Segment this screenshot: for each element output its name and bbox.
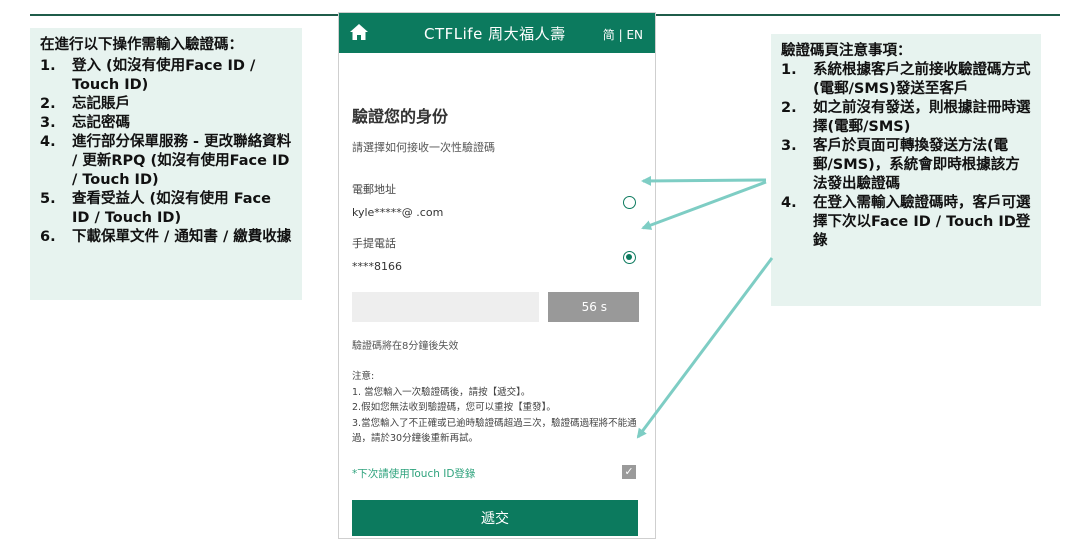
verification-code-input[interactable] — [352, 292, 539, 322]
touch-id-option[interactable]: *下次請使用Touch ID登錄 ✓ — [352, 463, 642, 483]
item-number: 2. — [781, 100, 797, 116]
home-icon[interactable] — [349, 23, 369, 41]
code-entry-row: 56 s — [352, 292, 642, 322]
item-text: 如之前沒有發送，則根據註冊時選擇(電郵/SMS) — [813, 100, 1031, 135]
item-text: 忘記賬戶 — [72, 96, 130, 112]
touch-id-checkbox[interactable]: ✓ — [622, 464, 636, 479]
list-item: 5. 查看受益人 (如沒有使用 Face ID / Touch ID) — [40, 190, 292, 228]
item-number: 6. — [40, 229, 56, 245]
expiry-notice: 驗證碼將在8分鐘後失效 — [352, 341, 459, 352]
item-number: 2. — [40, 96, 56, 112]
item-number: 3. — [781, 138, 797, 154]
item-number: 4. — [781, 195, 797, 211]
item-number: 1. — [781, 62, 797, 78]
email-label: 電郵地址 — [352, 183, 396, 196]
phone-value: ****8166 — [352, 260, 402, 273]
item-text: 系統根據客戶之前接收驗證碼方式(電郵/SMS)發送至客戶 — [813, 62, 1031, 97]
item-number: 1. — [40, 58, 56, 74]
arrow-to-phone-radio — [641, 180, 767, 230]
submit-button[interactable]: 遞交 — [352, 499, 638, 536]
page-title: 驗證您的身份 — [352, 107, 449, 126]
language-toggle[interactable]: 简 | EN — [603, 26, 643, 43]
notes-line: 3.當您輸入了不正確或已逾時驗證碼超過三次，驗證碼過程將不能通過，請於30分鐘後… — [352, 417, 637, 445]
list-item: 1. 登入 (如沒有使用Face ID / Touch ID) — [40, 57, 292, 95]
email-value: kyle*****@ .com — [352, 206, 444, 219]
page-subtitle: 請選擇如何接收一次性驗證碼 — [352, 141, 495, 154]
item-text: 在登入需輸入驗證碼時，客戶可選擇下次以Face ID / Touch ID登錄 — [813, 195, 1031, 249]
list-item: 4. 在登入需輸入驗證碼時，客戶可選擇下次以Face ID / Touch ID登… — [781, 194, 1031, 251]
item-text: 登入 (如沒有使用Face ID / Touch ID) — [72, 58, 256, 93]
arrow-to-email-radio — [641, 175, 767, 186]
list-item: 2. 忘記賬戶 — [40, 95, 292, 114]
list-item: 2. 如之前沒有發送，則根據註冊時選擇(電郵/SMS) — [781, 99, 1031, 137]
email-option[interactable]: 電郵地址 kyle*****@ .com — [352, 181, 642, 219]
item-text: 忘記密碼 — [72, 115, 130, 131]
right-annotation-panel: 驗證碼頁注意事項： 1. 系統根據客戶之前接收驗證碼方式(電郵/SMS)發送至客戶… — [771, 34, 1041, 306]
item-text: 進行部分保單服務 - 更改聯絡資料 / 更新RPQ (如沒有使用Face ID … — [72, 134, 292, 188]
brand-logo: CTFLife 周大福人壽 — [424, 25, 566, 43]
right-annotation-heading: 驗證碼頁注意事項： — [781, 43, 912, 59]
left-annotation-list: 1. 登入 (如沒有使用Face ID / Touch ID) 2. 忘記賬戶 3.… — [40, 57, 292, 247]
app-header: CTFLife 周大福人壽 简 | EN — [339, 13, 655, 53]
notes-line: 1. 當您輸入一次驗證碼後，請按【遞交】。 — [352, 386, 531, 398]
phone-screen: CTFLife 周大福人壽 简 | EN 驗證您的身份 請選擇如何接收一次性驗證… — [338, 12, 656, 539]
list-item: 1. 系統根據客戶之前接收驗證碼方式(電郵/SMS)發送至客戶 — [781, 61, 1031, 99]
item-number: 5. — [40, 191, 56, 207]
list-item: 3. 客戶於頁面可轉換發送方法(電郵/SMS)，系統會即時根據該方法發出驗證碼 — [781, 137, 1031, 194]
item-number: 3. — [40, 115, 56, 131]
notes-block: 注意: 1. 當您輸入一次驗證碼後，請按【遞交】。 2.假如您無法收到驗證碼，您… — [352, 369, 642, 447]
list-item: 3. 忘記密碼 — [40, 114, 292, 133]
arrow-to-touch-id-checkbox — [636, 257, 774, 439]
item-text: 查看受益人 (如沒有使用 Face ID / Touch ID) — [72, 191, 271, 226]
notes-line: 2.假如您無法收到驗證碼，您可以重按【重發】。 — [352, 402, 556, 413]
phone-label: 手提電話 — [352, 237, 396, 250]
notes-line: 注意: — [352, 371, 375, 382]
list-item: 6. 下載保單文件 / 通知書 / 繳費收據 — [40, 228, 292, 247]
item-text: 客戶於頁面可轉換發送方法(電郵/SMS)，系統會即時根據該方法發出驗證碼 — [813, 138, 1020, 192]
right-annotation-list: 1. 系統根據客戶之前接收驗證碼方式(電郵/SMS)發送至客戶 2. 如之前沒有發送… — [781, 61, 1031, 251]
list-item: 4. 進行部分保單服務 - 更改聯絡資料 / 更新RPQ (如沒有使用Face I… — [40, 133, 292, 190]
item-text: 下載保單文件 / 通知書 / 繳費收據 — [72, 229, 292, 245]
verification-form: 驗證您的身份 請選擇如何接收一次性驗證碼 電郵地址 kyle*****@ .co… — [339, 103, 655, 536]
left-annotation-heading: 在進行以下操作需輸入驗證碼： — [40, 37, 243, 53]
phone-option[interactable]: 手提電話 ****8166 — [352, 235, 642, 273]
item-number: 4. — [40, 134, 56, 150]
email-radio[interactable] — [623, 196, 636, 209]
touch-id-label: *下次請使用Touch ID登錄 — [352, 467, 476, 480]
left-annotation-panel: 在進行以下操作需輸入驗證碼： 1. 登入 (如沒有使用Face ID / Touc… — [30, 28, 302, 300]
resend-button[interactable]: 56 s — [548, 292, 639, 322]
phone-radio[interactable] — [623, 251, 636, 264]
